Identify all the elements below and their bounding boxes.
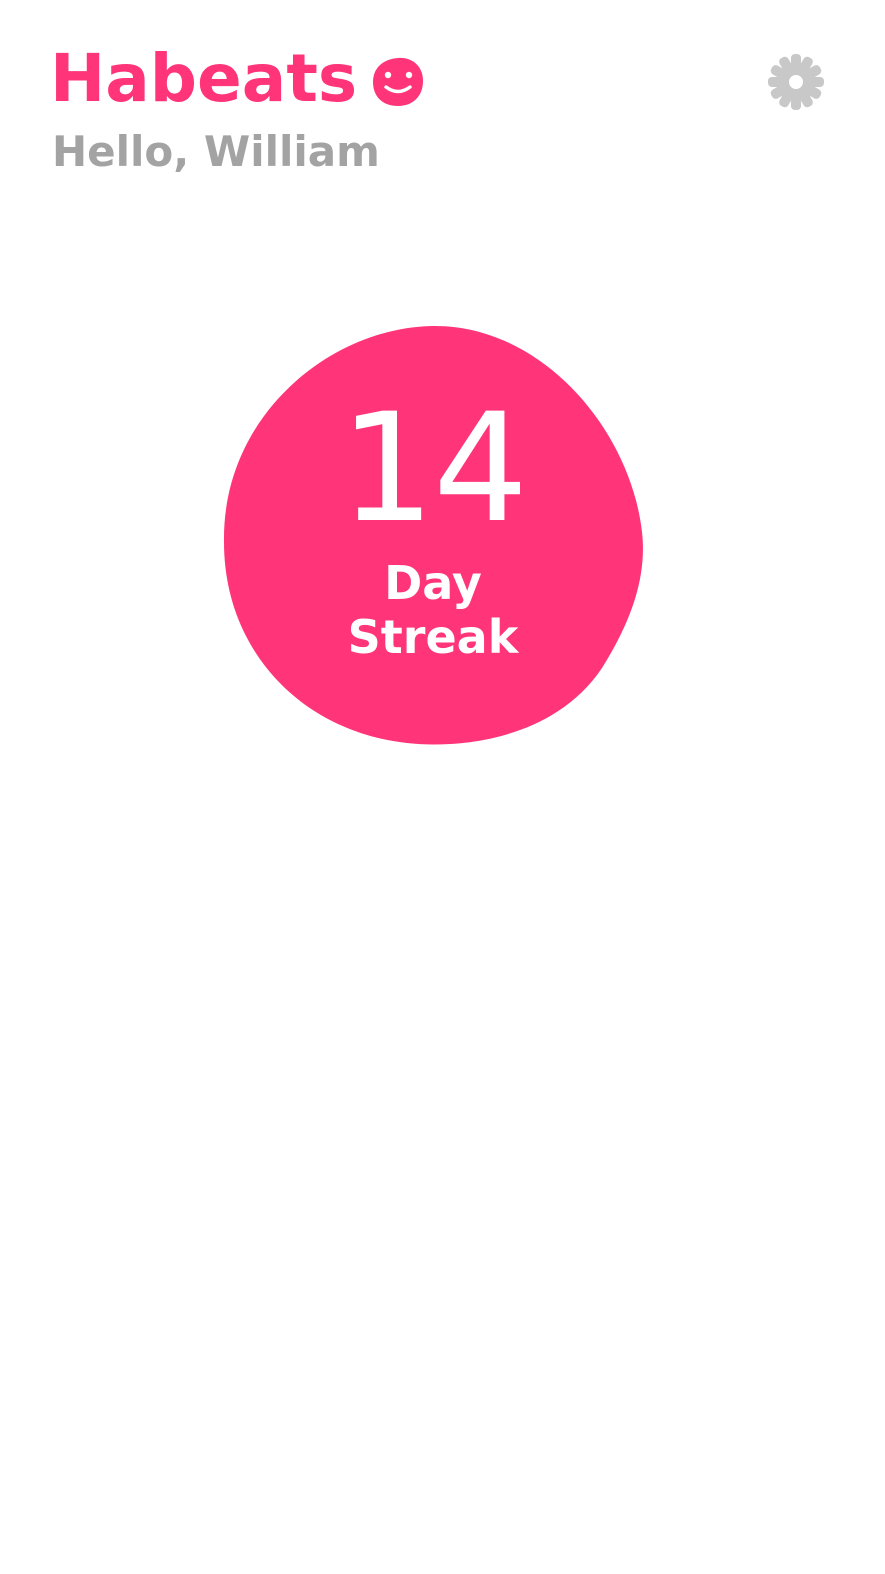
smiley-face-icon bbox=[371, 56, 425, 108]
streak-label-line1: Day bbox=[384, 556, 482, 610]
streak-badge[interactable]: 14 Day Streak bbox=[222, 324, 644, 746]
header: Habeats Hello, William bbox=[50, 44, 835, 184]
streak-label: Day Streak bbox=[222, 556, 644, 664]
greeting-text: Hello, William bbox=[52, 127, 380, 176]
streak-count: 14 bbox=[339, 382, 529, 556]
app-title: Habeats bbox=[50, 40, 358, 117]
streak-label-line2: Streak bbox=[347, 610, 519, 664]
brand: Habeats bbox=[50, 44, 425, 114]
home-screen: Habeats Hello, William 14 Day Streak bbox=[0, 0, 885, 1574]
gear-icon bbox=[768, 54, 824, 110]
settings-button[interactable] bbox=[766, 52, 826, 112]
